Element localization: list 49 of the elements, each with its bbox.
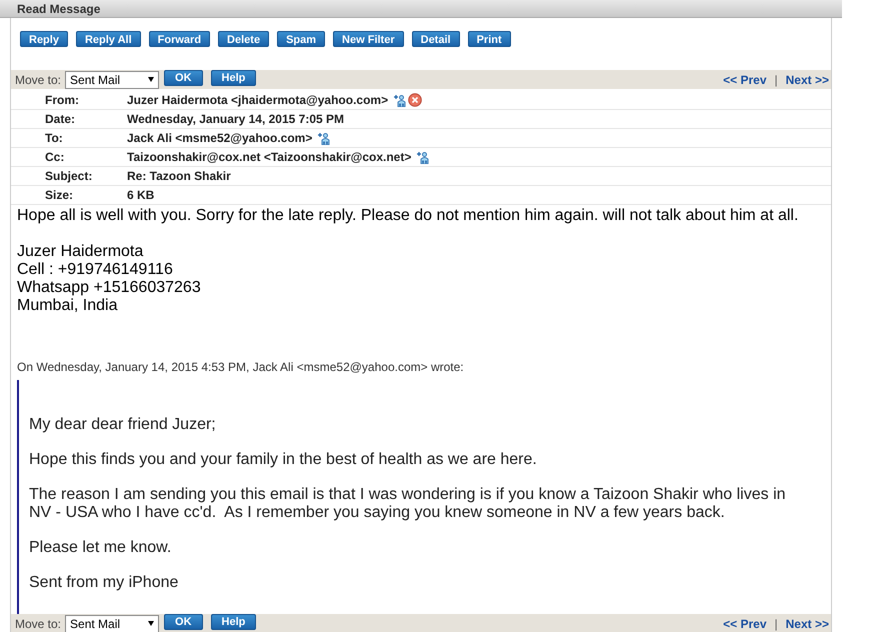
header-value: Jack Ali <msme52@yahoo.com> [127,130,312,147]
header-label: Date: [44,111,76,128]
move-label: Move to: [15,616,62,632]
toolbar-button[interactable]: Detail [412,31,460,47]
move-label: Move to: [15,72,62,88]
message-paragraph: The reason I am sending you this email is that I was wondering is if you know a Taizoon Shakir who lives in NV - USA who I have cc'd. As I remember you saying you knew someone in NV a few years back. [29,486,787,522]
caret-icon [148,621,154,626]
toolbar-button[interactable]: Reply All [76,31,141,47]
message-paragraph: Sent from my iPhone [29,574,180,592]
folder-dropdown[interactable]: Sent Mail [65,70,160,88]
add-contact-icon[interactable] [416,150,430,164]
header-value: Wednesday, January 14, 2015 7:05 PM [127,111,344,128]
add-contact-icon[interactable] [317,132,330,144]
folder-dropdown[interactable]: Sent Mail [65,614,160,632]
panel-title: Read Message [17,0,100,18]
header-value: 6 KB [127,187,154,204]
prev-link[interactable]: << Prev [723,70,767,88]
toolbar-button[interactable]: Reply [20,31,68,47]
message-paragraph: My dear dear friend Juzer; [29,416,217,434]
message-paragraph: Hope all is well with you. Sorry for the late reply. Please do not mention him again. will not talk about him at all. [17,207,800,225]
help-button[interactable]: Help [210,614,256,630]
block-sender-icon[interactable] [408,93,422,107]
toolbar-button[interactable]: Forward [148,31,210,47]
help-button[interactable]: Help [210,70,256,86]
link-separator: | [774,616,778,632]
toolbar-button[interactable]: Delete [218,31,270,47]
header-label: From: [44,92,80,109]
toolbar-button[interactable]: Spam [277,31,326,47]
message-paragraph: Hope this finds you and your family in the best of health as we are here. [29,451,538,469]
quote-header: On Wednesday, January 14, 2015 4:53 PM, Jack Ali <msme52@yahoo.com> wrote: [17,360,465,374]
header-label: To: [44,130,64,147]
header-value: Juzer Haidermota <jhaidermota@yahoo.com> [127,92,388,109]
caret-icon [148,77,154,82]
message-paragraph: Juzer Haidermota Cell : +919746149116 Whatsapp +15166037263 Mumbai, India [17,243,202,315]
header-value: Re: Tazoon Shakir [127,168,231,185]
next-link[interactable]: Next >> [786,614,829,632]
header-label: Size: [44,187,74,204]
header-label: Subject: [44,168,94,185]
add-contact-icon[interactable] [393,94,406,106]
ok-button[interactable]: OK [164,614,203,630]
message-paragraph: Please let me know. [29,539,172,557]
link-separator: | [774,72,778,88]
header-value: Taizoonshakir@cox.net <Taizoonshakir@cox.net> [127,149,412,166]
toolbar-button[interactable]: Print [468,31,511,47]
header-label: Cc: [44,149,66,166]
toolbar-button[interactable]: New Filter [333,31,404,47]
ok-button[interactable]: OK [164,70,203,86]
prev-link[interactable]: << Prev [723,614,767,632]
next-link[interactable]: Next >> [786,70,829,88]
